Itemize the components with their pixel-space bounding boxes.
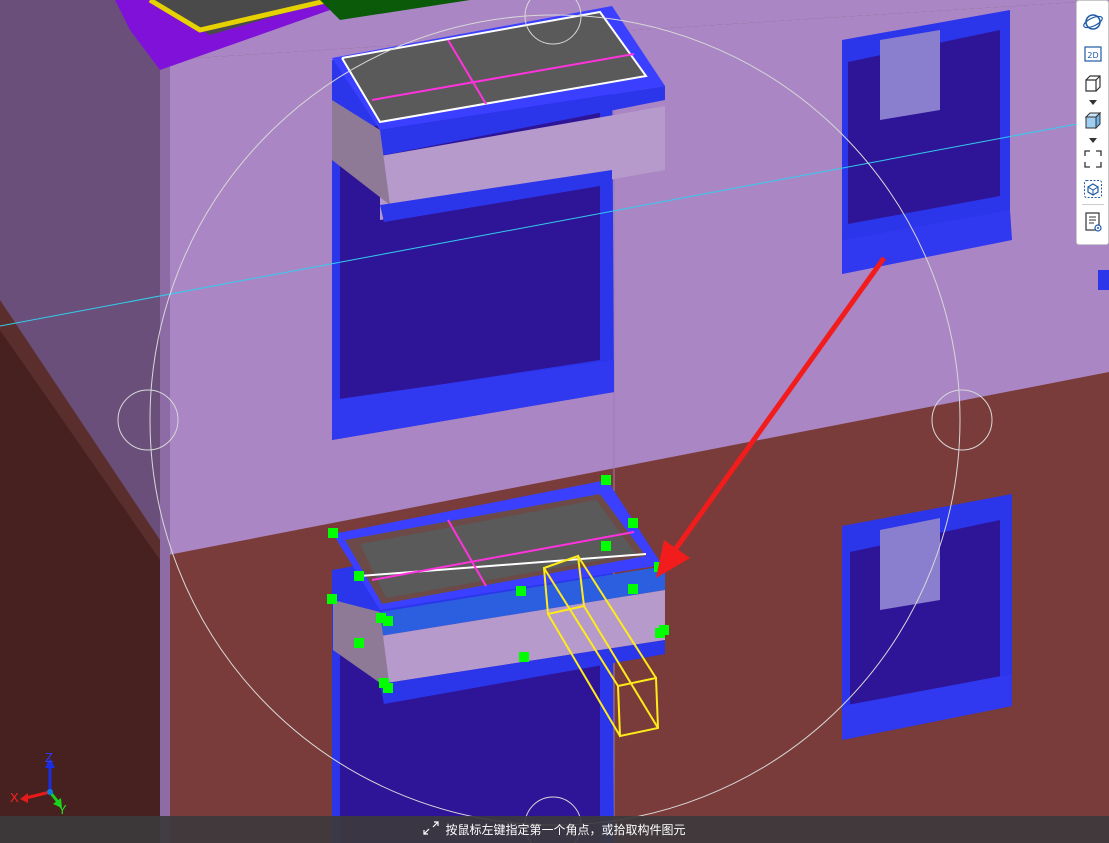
- grip-point[interactable]: [519, 652, 529, 662]
- orbit-view-icon[interactable]: [1080, 9, 1106, 35]
- lower-right-window-inner: [880, 518, 940, 610]
- 3d-viewport[interactable]: [0, 0, 1109, 843]
- grip-point[interactable]: [601, 475, 611, 485]
- status-prompt-text: 按鼠标左键指定第一个角点，或拾取构件图元: [445, 823, 686, 837]
- axis-y-label: Y: [58, 802, 67, 817]
- section-box-icon[interactable]: [1080, 176, 1106, 202]
- right-edge-block: [1098, 270, 1109, 290]
- grip-point[interactable]: [655, 628, 665, 638]
- grip-point[interactable]: [601, 541, 611, 551]
- shade-dropdown-icon[interactable]: [1088, 136, 1098, 144]
- view-toolbar: 2D: [1076, 0, 1109, 245]
- box-view-icon[interactable]: [1080, 71, 1106, 97]
- grip-point[interactable]: [516, 586, 526, 596]
- corner-select-icon: [423, 821, 440, 838]
- status-bar: 按鼠标左键指定第一个角点，或拾取构件图元: [0, 816, 1109, 843]
- grip-point[interactable]: [628, 584, 638, 594]
- command-prompt: 按鼠标左键指定第一个角点，或拾取构件图元: [423, 821, 686, 838]
- 2d-view-icon[interactable]: 2D: [1080, 41, 1106, 67]
- shaded-cube-icon[interactable]: [1080, 108, 1106, 134]
- grip-point[interactable]: [328, 528, 338, 538]
- axis-triad: Z X Y: [8, 750, 72, 817]
- grip-point[interactable]: [354, 571, 364, 581]
- view-dropdown-icon[interactable]: [1088, 98, 1098, 106]
- grip-point[interactable]: [383, 683, 393, 693]
- toolbar-divider: [1082, 204, 1104, 205]
- upper-right-window-inner: [880, 30, 940, 120]
- grip-point[interactable]: [383, 616, 393, 626]
- grip-point[interactable]: [327, 594, 337, 604]
- fit-view-icon[interactable]: [1080, 146, 1106, 172]
- grip-point[interactable]: [628, 518, 638, 528]
- 2d-view-label: 2D: [1087, 51, 1098, 60]
- properties-view-icon[interactable]: [1080, 209, 1106, 235]
- axis-z-label: Z: [45, 750, 53, 765]
- axis-x-label: X: [10, 790, 19, 805]
- grip-point[interactable]: [354, 638, 364, 648]
